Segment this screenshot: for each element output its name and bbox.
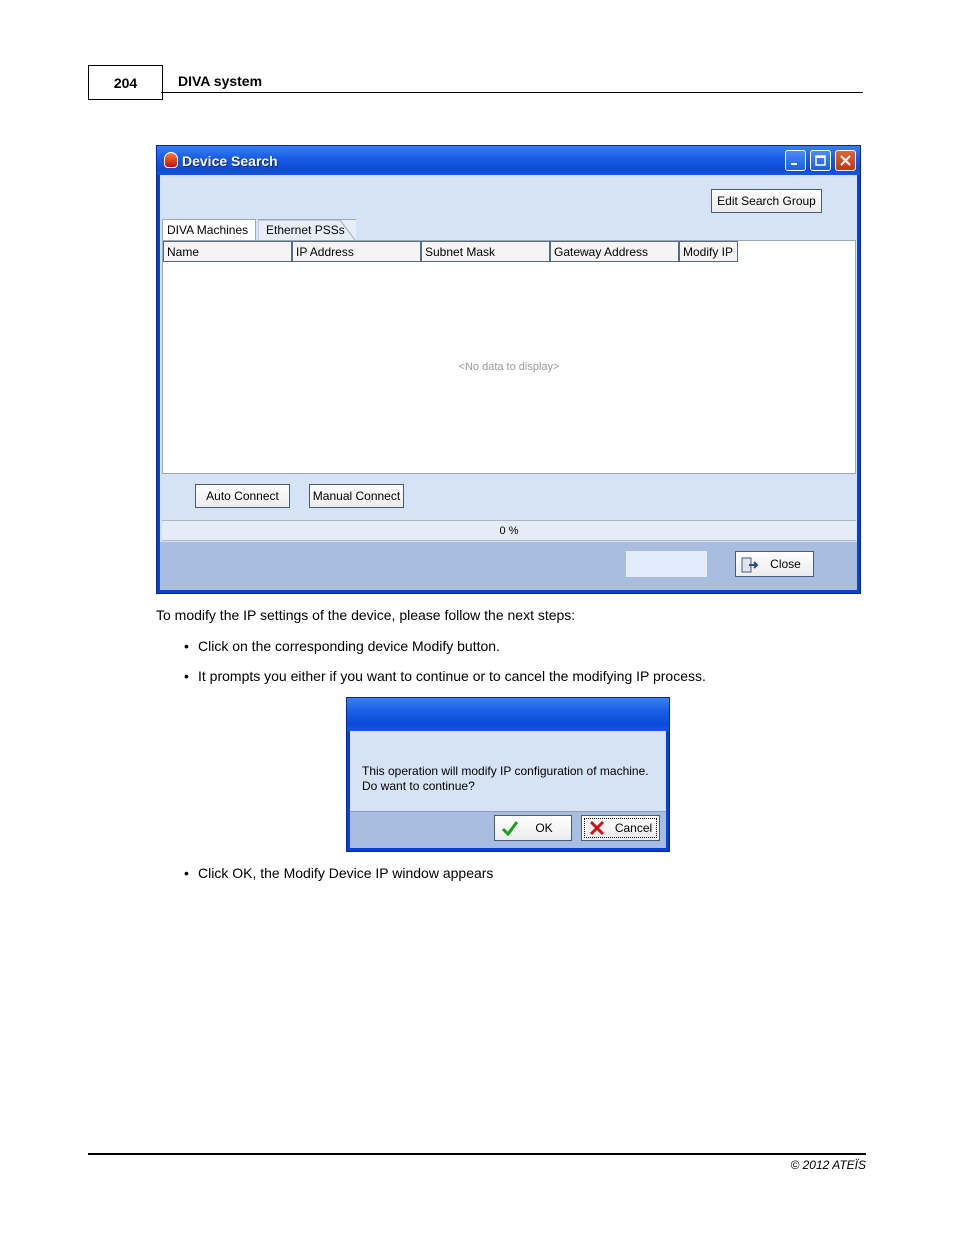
close-button[interactable]: Close [735,551,814,577]
status-field [626,551,707,577]
tab-ethernet-psss-label: Ethernet PSSs [266,223,345,237]
column-header-subnet-mask[interactable]: Subnet Mask [421,241,550,262]
close-icon[interactable] [835,150,856,171]
bullet-text: Click OK, the Modify Device IP window ap… [198,865,494,881]
progress-text: 0 % [499,524,519,537]
close-label: Close [770,557,801,571]
list-item: It prompts you either if you want to con… [184,668,706,684]
footer-rule [88,1153,866,1155]
ok-label: OK [535,821,553,835]
edit-search-group-button[interactable]: Edit Search Group [711,189,822,213]
page-number: 204 [88,65,163,100]
column-header-modify-ip[interactable]: Modify IP [679,241,738,262]
tab-ethernet-psss[interactable]: Ethernet PSSs [258,219,356,240]
confirm-title-bar [347,698,669,731]
minimize-icon[interactable] [785,150,806,171]
footer-copyright: © 2012 ATEÏS [790,1158,866,1172]
column-header-gateway-address[interactable]: Gateway Address [550,241,679,262]
device-search-window: Device Search Edit Search Group DIVA Mac… [156,145,861,594]
bullet-text: Click on the corresponding device Modify… [198,638,500,654]
empty-grid-message: <No data to display> [458,361,560,373]
list-item: Click on the corresponding device Modify… [184,638,500,654]
confirm-dialog: This operation will modify IP configurat… [346,697,670,852]
auto-connect-button[interactable]: Auto Connect [195,484,290,508]
header-rule [161,92,863,93]
title-bar: Device Search [157,146,860,175]
cancel-label: Cancel [614,821,653,835]
manual-connect-button[interactable]: Manual Connect [309,484,404,508]
cancel-x-icon [588,820,606,839]
intro-paragraph: To modify the IP settings of the device,… [156,607,576,623]
tab-diva-machines[interactable]: DIVA Machines [162,219,256,240]
confirm-line-2: Do want to continue? [362,779,475,793]
confirm-line-1: This operation will modify IP configurat… [362,764,649,778]
window-client-area: Edit Search Group DIVA Machines Ethernet… [160,175,857,590]
cancel-button[interactable]: Cancel [581,815,660,841]
column-header-ip-address[interactable]: IP Address [292,241,421,262]
confirm-message: This operation will modify IP configurat… [362,764,649,794]
running-header-title: DIVA system [178,73,263,89]
progress-bar: 0 % [162,520,856,541]
app-icon [164,152,178,168]
exit-door-icon [741,557,759,576]
tab-diva-machines-label: DIVA Machines [167,223,249,237]
window-title: Device Search [182,153,278,169]
bottom-bar: Close [160,542,857,590]
check-icon [501,820,519,839]
maximize-icon[interactable] [810,150,831,171]
confirm-client-area: This operation will modify IP configurat… [350,731,666,848]
ok-button[interactable]: OK [494,815,572,841]
column-header-name[interactable]: Name [163,241,292,262]
list-item: Click OK, the Modify Device IP window ap… [184,865,493,881]
device-grid: Name IP Address Subnet Mask Gateway Addr… [162,240,856,474]
bullet-text: It prompts you either if you want to con… [198,668,706,684]
